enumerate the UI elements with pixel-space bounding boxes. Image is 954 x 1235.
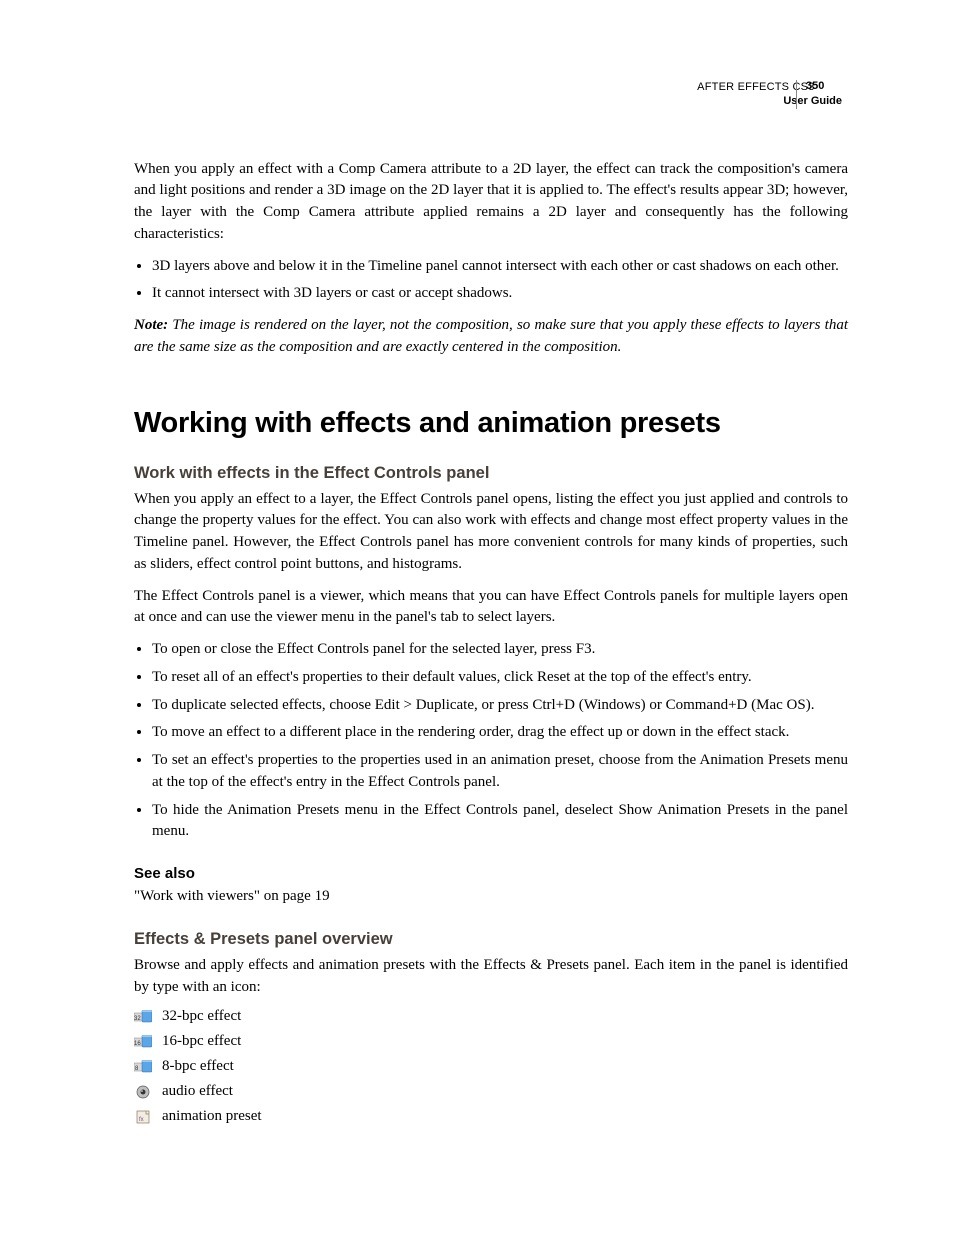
32-bpc-effect-icon: 32 [134, 1010, 152, 1024]
page-container: AFTER EFFECTS CS3 000 User Guide 350 Whe… [0, 0, 954, 1233]
animation-preset-icon: fx [134, 1110, 152, 1124]
icon-row-8bpc: 8 8-bpc effect [134, 1058, 848, 1075]
icon-label: 32-bpc effect [162, 1008, 241, 1025]
icon-type-list: 32 32-bpc effect 16 16-bpc effect [134, 1008, 848, 1125]
header-text-block: AFTER EFFECTS CS3 000 User Guide [697, 80, 848, 109]
topic1-p2: The Effect Controls panel is a viewer, w… [134, 586, 848, 630]
topic-title: Effects & Presets panel overview [134, 930, 848, 949]
list-item: To reset all of an effect's properties t… [152, 667, 848, 689]
icon-label: animation preset [162, 1108, 262, 1125]
list-item: To duplicate selected effects, choose Ed… [152, 695, 848, 717]
icon-label: audio effect [162, 1083, 233, 1100]
list-item: To hide the Animation Presets menu in th… [152, 800, 848, 844]
list-item: To open or close the Effect Controls pan… [152, 639, 848, 661]
svg-text:32: 32 [134, 1016, 141, 1022]
icon-row-preset: fx animation preset [134, 1108, 848, 1125]
section-title: Working with effects and animation prese… [134, 407, 848, 440]
list-item: To set an effect's properties to the pro… [152, 750, 848, 794]
intro-bullet-list: 3D layers above and below it in the Time… [134, 256, 848, 306]
16-bpc-effect-icon: 16 [134, 1035, 152, 1049]
topic2-p1: Browse and apply effects and animation p… [134, 955, 848, 999]
svg-text:fx: fx [139, 1117, 144, 1123]
note-body: The image is rendered on the layer, not … [134, 317, 848, 355]
list-item: 3D layers above and below it in the Time… [152, 256, 848, 278]
topic1-p1: When you apply an effect to a layer, the… [134, 489, 848, 576]
guide-label: User Guide [783, 95, 842, 107]
topic-title: Work with effects in the Effect Controls… [134, 464, 848, 483]
note-paragraph: Note: The image is rendered on the layer… [134, 315, 848, 359]
note-label: Note: [134, 317, 168, 333]
icon-row-audio: audio effect [134, 1083, 848, 1100]
page-header: AFTER EFFECTS CS3 000 User Guide 350 [134, 80, 848, 109]
8-bpc-effect-icon: 8 [134, 1060, 152, 1074]
intro-paragraph: When you apply an effect with a Comp Cam… [134, 159, 848, 246]
icon-row-16bpc: 16 16-bpc effect [134, 1033, 848, 1050]
icon-label: 16-bpc effect [162, 1033, 241, 1050]
icon-label: 8-bpc effect [162, 1058, 234, 1075]
icon-row-32bpc: 32 32-bpc effect [134, 1008, 848, 1025]
header-divider [796, 80, 797, 109]
page-number: 350 [800, 80, 824, 92]
list-item: To move an effect to a different place i… [152, 722, 848, 744]
topic1-bullet-list: To open or close the Effect Controls pan… [134, 639, 848, 843]
svg-text:16: 16 [134, 1041, 141, 1047]
see-also-link[interactable]: "Work with viewers" on page 19 [134, 886, 848, 908]
audio-effect-icon [134, 1085, 152, 1099]
list-item: It cannot intersect with 3D layers or ca… [152, 283, 848, 305]
see-also-heading: See also [134, 865, 848, 882]
